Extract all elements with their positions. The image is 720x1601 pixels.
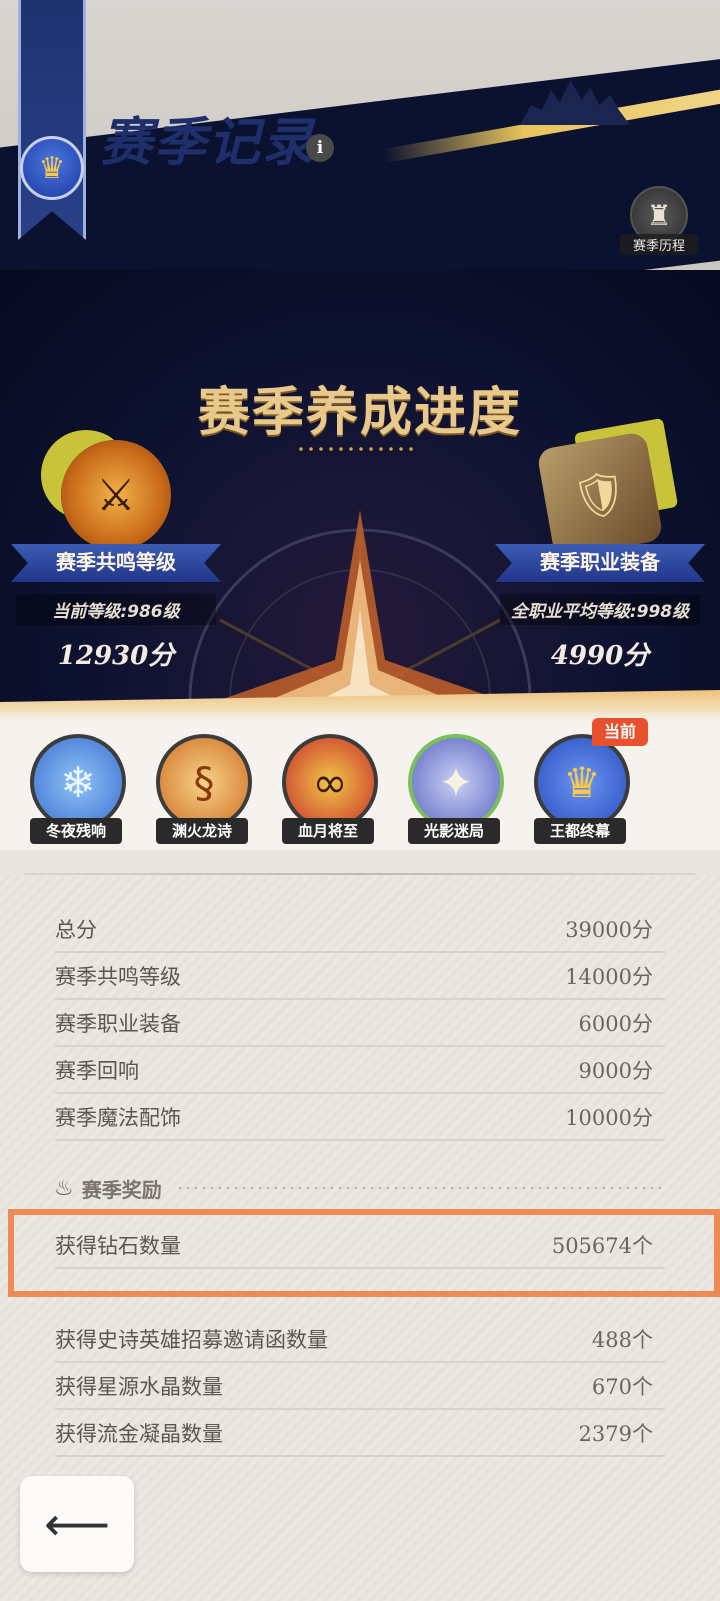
crown-emblem-icon: ♛ [20, 136, 84, 200]
back-button[interactable]: ⟵ [20, 1476, 134, 1572]
row-value: 14000分 [565, 964, 653, 989]
season-progress-panel: 赛季养成进度 ⚔ 赛季共鸣等级 当前等级:986级 12930分 🛡 赛季职业装… [0, 270, 720, 720]
score-row-echo: 赛季回响 9000分 [55, 1047, 665, 1094]
title-dots-divider [296, 446, 416, 452]
progress-title: 赛季养成进度 [197, 382, 522, 443]
compass-star-icon [188, 510, 532, 720]
row-value: 9000分 [578, 1058, 653, 1083]
resonance-score: 12930分 [57, 641, 175, 671]
row-value: 6000分 [578, 1011, 653, 1036]
back-arrow-icon: ⟵ [44, 1497, 110, 1551]
header-navy-sweep [0, 54, 720, 300]
season-label: 渊火龙诗 [156, 818, 248, 844]
season-label: 王都终幕 [534, 818, 626, 844]
season-label: 光影迷局 [408, 818, 500, 844]
season-tab-abyss-fire[interactable]: § 渊火龙诗 [152, 734, 256, 844]
season-banner [18, 0, 86, 240]
season-tab-light-shadow[interactable]: ✦ 光影迷局 [404, 734, 508, 844]
row-value: 39000分 [565, 917, 653, 942]
info-icon[interactable]: i [306, 134, 334, 162]
resonance-label: 赛季共鸣等级 [11, 544, 221, 582]
resonance-level: 当前等级:986级 [16, 594, 216, 625]
star-compass-icon: ✦ [408, 734, 504, 830]
row-label: 总分 [55, 917, 97, 942]
row-value: 2379个 [578, 1421, 653, 1446]
reward-heading: ♨ 赛季奖励 [54, 1168, 666, 1208]
row-label: 获得流金凝晶数量 [55, 1421, 223, 1446]
sword-shield-icon: 🛡 [536, 431, 664, 559]
equipment-block[interactable]: 🛡 赛季职业装备 全职业平均等级:998级 4990分 [490, 431, 710, 672]
reward-row-epic-invites: 获得史诗英雄招募邀请函数量 488个 [55, 1316, 665, 1363]
row-label: 获得星源水晶数量 [55, 1374, 223, 1399]
reward-heading-label: 赛季奖励 [81, 1177, 162, 1202]
equipment-level: 全职业平均等级:998级 [500, 594, 700, 625]
header: ♛ 赛季记录 i ♜ 赛季历程 [0, 0, 720, 300]
row-label: 赛季魔法配饰 [55, 1105, 181, 1130]
season-label: 血月将至 [282, 818, 374, 844]
row-value: 488个 [591, 1327, 653, 1352]
equipment-score: 4990分 [550, 641, 650, 671]
resonance-block[interactable]: ⚔ 赛季共鸣等级 当前等级:986级 12930分 [6, 440, 226, 672]
flame-icon: ♨ [54, 1175, 74, 1201]
divider [24, 873, 696, 875]
score-row-resonance: 赛季共鸣等级 14000分 [55, 953, 665, 1000]
row-value: 670个 [591, 1374, 653, 1399]
season-tab-winter[interactable]: ❄ 冬夜残响 [26, 734, 130, 844]
row-label: 赛季共鸣等级 [55, 964, 181, 989]
row-label: 赛季回响 [55, 1058, 139, 1083]
current-season-badge: 当前 [592, 718, 648, 746]
spartan-helmet-icon: ⚔ [61, 440, 171, 550]
page-title: 赛季记录 [100, 112, 317, 173]
reward-row-star-crystals: 获得星源水晶数量 670个 [55, 1363, 665, 1410]
fire-dragon-icon: § [156, 734, 252, 830]
score-row-total: 总分 39000分 [55, 906, 665, 953]
row-label: 获得史诗英雄招募邀请函数量 [55, 1327, 328, 1352]
highlight-box [8, 1209, 720, 1297]
reward-row-gold-crystals: 获得流金凝晶数量 2379个 [55, 1410, 665, 1457]
crown-icon: ♛ [534, 734, 630, 830]
blood-moon-icon: ∞ [282, 734, 378, 830]
row-label: 赛季职业装备 [55, 1011, 181, 1036]
score-row-accessory: 赛季魔法配饰 10000分 [55, 1094, 665, 1141]
season-tab-royal-finale[interactable]: ♛ 王都终幕 [530, 734, 634, 844]
row-value: 10000分 [565, 1105, 653, 1130]
season-history-label: 赛季历程 [620, 234, 698, 255]
dotted-divider [175, 1187, 666, 1189]
snowflake-icon: ❄ [30, 734, 126, 830]
season-tab-blood-moon[interactable]: ∞ 血月将至 [278, 734, 382, 844]
season-history-button[interactable]: ♜ 赛季历程 [620, 186, 698, 256]
season-label: 冬夜残响 [30, 818, 122, 844]
score-row-equipment: 赛季职业装备 6000分 [55, 1000, 665, 1047]
equipment-label: 赛季职业装备 [495, 544, 705, 582]
